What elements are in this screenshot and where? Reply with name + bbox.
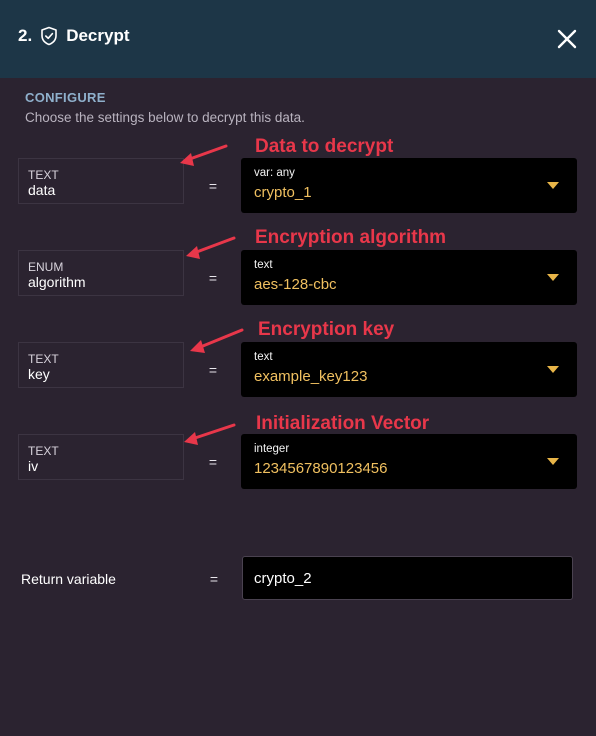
annotation-arrow-icon (184, 423, 236, 445)
decrypt-panel: 2. Decrypt CONFIGURE Choose the settings… (0, 0, 596, 736)
return-variable-input[interactable] (242, 556, 573, 600)
return-variable-label: Return variable (21, 571, 116, 587)
equals-sign: = (209, 571, 219, 587)
